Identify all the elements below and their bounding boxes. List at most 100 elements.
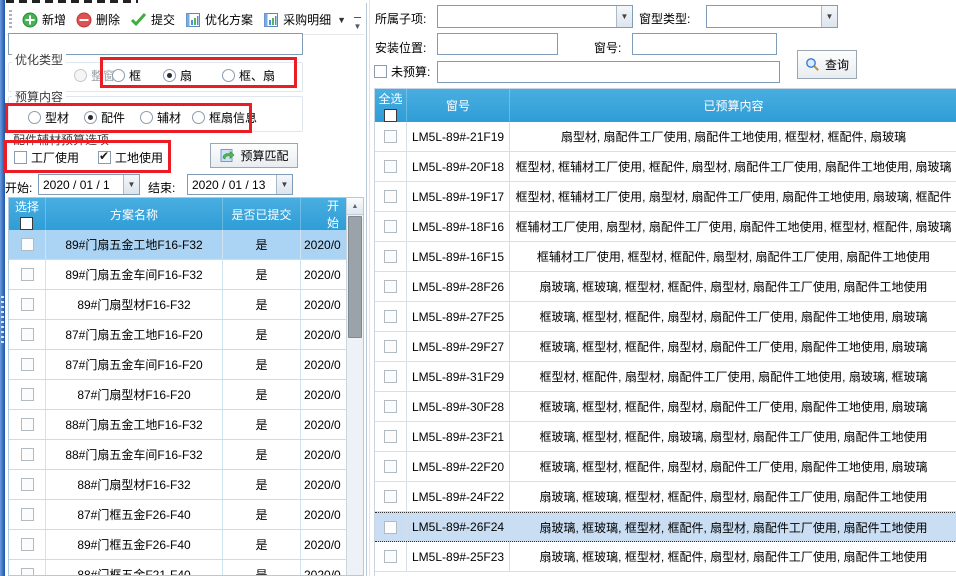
row-select-cell[interactable] <box>9 470 46 499</box>
row-checkbox[interactable] <box>21 478 34 491</box>
row-checkbox[interactable] <box>384 190 397 203</box>
row-checkbox[interactable] <box>21 268 34 281</box>
radio-profile[interactable]: 型材 <box>28 110 69 125</box>
row-checkbox[interactable] <box>21 388 34 401</box>
row-select-cell[interactable] <box>9 290 46 319</box>
purchase-detail-button[interactable]: 采购明细 ▼ <box>258 8 351 31</box>
row-checkbox[interactable] <box>384 521 397 534</box>
row-select-cell[interactable] <box>375 392 407 421</box>
chevron-down-icon[interactable]: ▼ <box>821 6 837 27</box>
row-select-cell[interactable] <box>375 242 407 271</box>
row-select-cell[interactable] <box>9 560 46 576</box>
row-checkbox[interactable] <box>21 508 34 521</box>
row-checkbox[interactable] <box>21 418 34 431</box>
add-button[interactable]: 新增 <box>17 8 71 31</box>
table-row[interactable]: LM5L-89#-22F20 框玻璃, 框型材, 框配件, 扇型材, 扇配件工厂… <box>375 452 956 482</box>
row-select-cell[interactable] <box>375 452 407 481</box>
window-no-column-header[interactable]: 窗号 <box>407 89 510 122</box>
row-checkbox[interactable] <box>384 250 397 263</box>
chevron-down-icon[interactable]: ▼ <box>616 6 632 27</box>
row-checkbox[interactable] <box>21 538 34 551</box>
window-no-input[interactable] <box>632 33 777 55</box>
select-all-checkbox[interactable] <box>384 109 397 122</box>
table-row[interactable]: LM5L-89#-20F18 框型材, 框辅材工厂使用, 框配件, 扇型材, 扇… <box>375 152 956 182</box>
table-row[interactable]: 88#门扇型材F16-F32 是 2020/0 <box>9 470 346 500</box>
radio-auxiliary[interactable]: 辅材 <box>140 110 181 125</box>
select-all-column-header[interactable]: 全选 <box>375 89 407 122</box>
start-date-picker[interactable]: 2020 / 01 / 1 ▼ <box>38 174 140 195</box>
row-checkbox[interactable] <box>21 238 34 251</box>
row-select-cell[interactable] <box>9 530 46 559</box>
submitted-column-header[interactable]: 是否已提交 <box>223 198 301 230</box>
row-select-cell[interactable] <box>375 362 407 391</box>
table-row[interactable]: 87#门扇五金车间F16-F20 是 2020/0 <box>9 350 346 380</box>
row-select-cell[interactable] <box>9 260 46 289</box>
radio-frame-sash-info[interactable]: 框扇信息 <box>192 110 257 125</box>
radio-sash[interactable]: 扇 <box>163 68 192 83</box>
table-row[interactable]: 87#门扇型材F16-F20 是 2020/0 <box>9 380 346 410</box>
scrollbar-thumb[interactable] <box>348 216 362 338</box>
submit-button[interactable]: 提交 <box>125 8 180 31</box>
table-row[interactable]: LM5L-89#-30F28 框玻璃, 框型材, 框配件, 扇型材, 扇配件工厂… <box>375 392 956 422</box>
row-select-cell[interactable] <box>9 410 46 439</box>
row-checkbox[interactable] <box>21 328 34 341</box>
toolbar-overflow-button[interactable]: ▼ <box>351 15 364 31</box>
start-column-header[interactable]: 开始 <box>301 198 346 230</box>
table-row[interactable]: 89#门扇五金工地F16-F32 是 2020/0 <box>9 230 346 260</box>
table-row[interactable]: LM5L-89#-24F22 扇玻璃, 框玻璃, 框型材, 框配件, 扇型材, … <box>375 482 956 512</box>
row-select-cell[interactable] <box>375 212 407 241</box>
select-column-header[interactable]: 选择 <box>9 198 46 230</box>
table-row[interactable]: LM5L-89#-27F25 框玻璃, 框型材, 框配件, 扇型材, 扇配件工厂… <box>375 302 956 332</box>
row-checkbox[interactable] <box>384 550 397 563</box>
plan-table-scrollbar[interactable]: ▲ <box>346 198 363 575</box>
checkbox-not-budgeted[interactable]: 未预算: <box>374 64 430 79</box>
row-checkbox[interactable] <box>384 400 397 413</box>
table-row[interactable]: 89#门扇五金车间F16-F32 是 2020/0 <box>9 260 346 290</box>
query-button[interactable]: 查询 <box>797 50 857 79</box>
row-checkbox[interactable] <box>21 568 34 576</box>
chevron-down-icon[interactable]: ▼ <box>123 175 139 194</box>
table-row[interactable]: LM5L-89#-21F19 扇型材, 扇配件工厂使用, 扇配件工地使用, 框型… <box>375 122 956 152</box>
row-checkbox[interactable] <box>384 340 397 353</box>
row-select-cell[interactable] <box>9 440 46 469</box>
radio-whole-window[interactable]: 整窗 <box>74 68 115 83</box>
row-checkbox[interactable] <box>21 358 34 371</box>
radio-frame-sash[interactable]: 框、扇 <box>222 68 275 83</box>
row-select-cell[interactable] <box>375 122 407 151</box>
window-type-select[interactable]: ▼ <box>706 5 838 28</box>
row-select-cell[interactable] <box>375 542 407 571</box>
table-row[interactable]: 88#门框五金F21-F40 是 2020/0 <box>9 560 346 576</box>
row-checkbox[interactable] <box>384 160 397 173</box>
row-select-cell[interactable] <box>9 320 46 349</box>
row-checkbox[interactable] <box>384 220 397 233</box>
row-select-cell[interactable] <box>9 380 46 409</box>
table-row[interactable]: 87#门框五金F26-F40 是 2020/0 <box>9 500 346 530</box>
row-select-cell[interactable] <box>9 500 46 529</box>
radio-accessory[interactable]: 配件 <box>84 110 125 125</box>
plan-name-column-header[interactable]: 方案名称 <box>46 198 223 230</box>
row-checkbox[interactable] <box>384 430 397 443</box>
row-select-cell[interactable] <box>375 152 407 181</box>
table-row[interactable]: 88#门扇五金工地F16-F32 是 2020/0 <box>9 410 346 440</box>
budget-match-button[interactable]: 预算匹配 <box>210 143 298 168</box>
row-checkbox[interactable] <box>384 130 397 143</box>
table-row[interactable]: LM5L-89#-29F27 框玻璃, 框型材, 框配件, 扇型材, 扇配件工厂… <box>375 332 956 362</box>
scroll-up-arrow-icon[interactable]: ▲ <box>347 198 363 215</box>
not-budgeted-input[interactable] <box>437 61 780 83</box>
optimize-plan-button[interactable]: 优化方案 <box>180 8 258 31</box>
table-row[interactable]: LM5L-89#-18F16 框辅材工厂使用, 扇型材, 扇配件工厂使用, 扇配… <box>375 212 956 242</box>
row-select-cell[interactable] <box>375 513 407 541</box>
delete-button[interactable]: 删除 <box>71 8 125 31</box>
row-checkbox[interactable] <box>384 490 397 503</box>
row-select-cell[interactable] <box>9 230 46 259</box>
checkbox-site-use[interactable]: 工地使用 <box>98 150 163 165</box>
budgeted-content-column-header[interactable]: 已预算内容 <box>510 89 956 122</box>
table-row[interactable]: LM5L-89#-26F24 扇玻璃, 框玻璃, 框型材, 框配件, 扇型材, … <box>375 512 956 542</box>
row-select-cell[interactable] <box>375 272 407 301</box>
row-select-cell[interactable] <box>375 182 407 211</box>
checkbox-factory-use[interactable]: 工厂使用 <box>14 150 79 165</box>
row-checkbox[interactable] <box>21 298 34 311</box>
table-row[interactable]: 88#门扇五金车间F16-F32 是 2020/0 <box>9 440 346 470</box>
table-row[interactable]: LM5L-89#-16F15 框辅材工厂使用, 框型材, 框配件, 扇型材, 扇… <box>375 242 956 272</box>
row-select-cell[interactable] <box>375 482 407 511</box>
